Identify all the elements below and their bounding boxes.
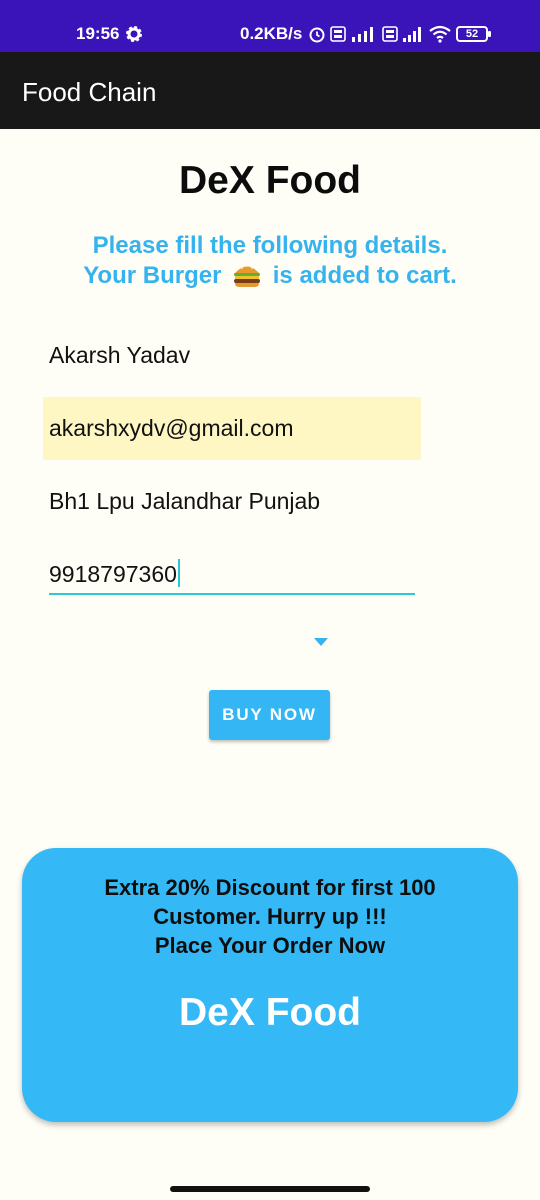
wifi-icon <box>429 25 451 43</box>
brand-title: DeX Food <box>179 159 361 202</box>
instructions-line2: Your Burger is added to cart. <box>83 262 457 289</box>
email-field[interactable]: akarshxydv@gmail.com <box>43 397 421 460</box>
instructions-line1: Please fill the following details. <box>92 232 448 259</box>
promo-brand: DeX Food <box>179 991 361 1034</box>
volte-icon <box>382 26 398 42</box>
burger-emoji-icon <box>234 265 261 287</box>
status-icons: 52 <box>308 24 491 44</box>
battery-icon: 52 <box>456 26 491 42</box>
buy-now-button[interactable]: BUY NOW <box>209 690 330 740</box>
phone-field[interactable]: 9918797360 <box>49 559 415 595</box>
text-cursor <box>177 559 180 587</box>
form-instructions: Please fill the following details. Your … <box>0 231 540 291</box>
signal-5g-icon <box>352 27 373 42</box>
promo-line2: Customer. Hurry up !!! <box>153 904 387 929</box>
volte-icon <box>330 26 346 42</box>
alarm-icon <box>309 27 325 43</box>
promo-text: Extra 20% Discount for first 100 Custome… <box>22 873 518 960</box>
app-title: Food Chain <box>22 77 157 107</box>
gear-icon <box>126 26 142 42</box>
status-time: 19:56 <box>76 24 120 43</box>
promo-card: Extra 20% Discount for first 100 Custome… <box>22 848 518 1122</box>
signal-icon <box>403 27 421 42</box>
quantity-dropdown[interactable] <box>200 628 330 658</box>
app-bar: Food Chain <box>0 52 540 129</box>
battery-level: 52 <box>465 28 479 40</box>
network-speed: 0.2KB/s <box>240 24 303 43</box>
home-indicator[interactable] <box>170 1186 370 1192</box>
promo-line1: Extra 20% Discount for first 100 <box>104 875 436 900</box>
address-field[interactable]: Bh1 Lpu Jalandhar Punjab <box>49 486 415 516</box>
dropdown-arrow-icon <box>314 638 328 646</box>
promo-line3: Place Your Order Now <box>154 933 386 958</box>
status-bar: 19:56 0.2KB/s 52 <box>0 0 540 52</box>
name-field[interactable]: Akarsh Yadav <box>49 340 415 370</box>
phone-value: 9918797360 <box>49 561 177 587</box>
